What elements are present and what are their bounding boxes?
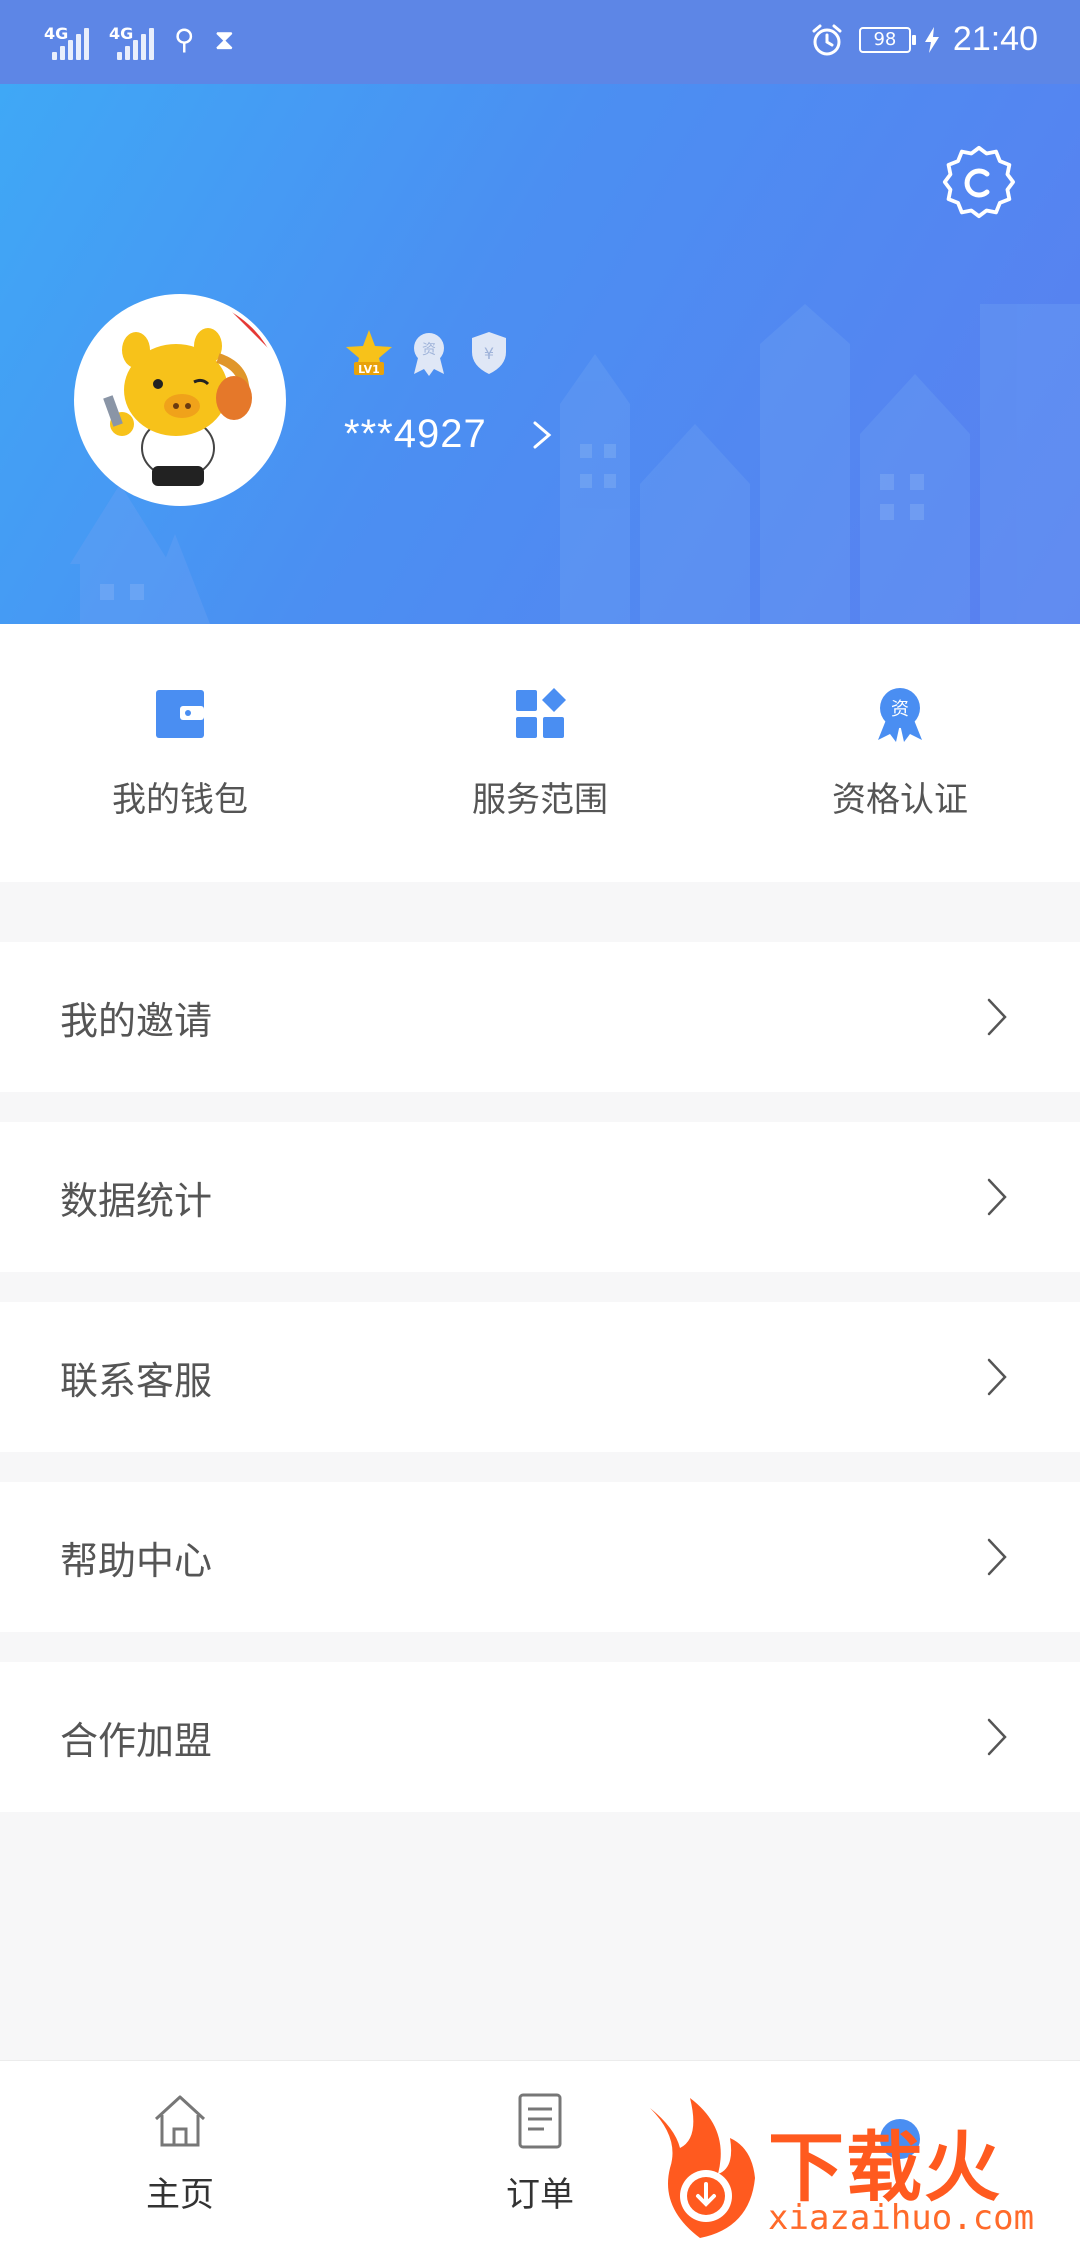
menu-list: 我的邀请 数据统计 联系客服 帮助中心 合作加盟 (0, 942, 1080, 1842)
menu-item-label: 帮助中心 (60, 1538, 213, 1583)
settings-gear-icon[interactable] (940, 144, 1018, 222)
watermark-url: xiazaihuo.com (768, 2198, 1035, 2238)
signal-1-icon: 4G (44, 24, 89, 60)
clock: 21:40 (952, 20, 1038, 58)
home-icon (154, 2095, 206, 2147)
certificate-icon: 资 (878, 688, 922, 742)
pig-mascot-image: 师傅 (78, 298, 282, 502)
hourglass-icon: ⧗ (214, 23, 235, 56)
flame-logo-icon (650, 2098, 755, 2238)
chevron-right-icon (987, 1358, 1007, 1396)
orders-icon (518, 2093, 562, 2149)
wallet-icon (156, 690, 204, 738)
grid-icon (516, 688, 566, 738)
svg-text:资: 资 (891, 699, 909, 720)
qualification-badge-text: 资 (422, 342, 436, 358)
certification-button[interactable]: 资 资格认证 (720, 624, 1080, 882)
payment-badge-text: ¥ (484, 344, 494, 363)
watermark: 下载火 xiazaihuo.com (640, 2098, 1080, 2244)
wallet-button[interactable]: 我的钱包 (0, 624, 360, 882)
signal-2-icon: 4G (109, 24, 154, 60)
avatar[interactable]: 师傅 (74, 294, 286, 506)
certification-label: 资格认证 (832, 780, 968, 820)
profile-header: 4G 4G ⚲ ⧗ 98 21:40 师傅 LV1 资 ¥ ***4927 (0, 0, 1080, 624)
menu-item-customer-service[interactable]: 联系客服 (0, 1302, 1080, 1452)
menu-item-label: 联系客服 (60, 1358, 213, 1403)
badge-row: LV1 资 ¥ (344, 328, 514, 378)
tab-orders-label: 订单 (506, 2175, 574, 2215)
bolt-icon (924, 26, 939, 53)
chevron-right-icon (987, 1178, 1007, 1216)
account-row[interactable]: ***4927 (344, 412, 553, 457)
menu-item-label: 我的邀请 (60, 998, 213, 1043)
chevron-right-icon (987, 1718, 1007, 1756)
menu-item-partnership[interactable]: 合作加盟 (0, 1662, 1080, 1812)
usb-icon: ⚲ (174, 23, 195, 56)
payment-shield-icon[interactable]: ¥ (464, 328, 514, 378)
menu-item-label: 数据统计 (60, 1178, 213, 1223)
battery-indicator: 98 (858, 26, 916, 53)
service-area-label: 服务范围 (472, 780, 608, 820)
alarm-icon (812, 24, 842, 55)
service-area-button[interactable]: 服务范围 (360, 624, 720, 882)
level-text: LV1 (358, 363, 380, 376)
level-star-icon[interactable]: LV1 (344, 328, 394, 378)
menu-item-label: 合作加盟 (60, 1718, 213, 1763)
chevron-right-icon (987, 998, 1007, 1036)
wallet-label: 我的钱包 (112, 780, 248, 820)
menu-item-help-center[interactable]: 帮助中心 (0, 1482, 1080, 1632)
tab-home-label: 主页 (146, 2175, 214, 2215)
chevron-right-icon (987, 1538, 1007, 1576)
tab-home[interactable]: 主页 (0, 2061, 360, 2244)
chevron-right-icon (533, 421, 551, 448)
menu-item-invitation[interactable]: 我的邀请 (0, 942, 1080, 1092)
account-number: ***4927 (344, 412, 487, 456)
status-bar: 4G 4G ⚲ ⧗ 98 21:40 (0, 0, 1080, 84)
qualification-badge-icon[interactable]: 资 (404, 328, 454, 378)
menu-item-statistics[interactable]: 数据统计 (0, 1122, 1080, 1272)
quick-actions: 我的钱包 服务范围 资 资格认证 (0, 624, 1080, 882)
